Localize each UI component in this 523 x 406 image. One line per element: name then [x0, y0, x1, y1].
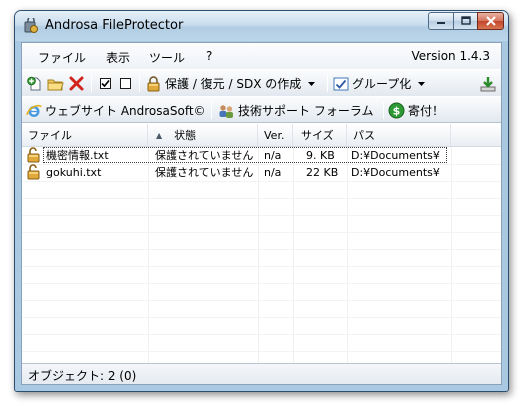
chevron-down-icon	[418, 81, 426, 86]
toolbar-separator	[139, 75, 140, 92]
links-toolbar: ウェブサイト AndrosaSoft© 技術サポート フォーラム $ 寄付！	[22, 96, 501, 123]
app-window: Androsa FileProtector ファイル 表示 ツール ? Vers…	[14, 10, 509, 392]
close-button[interactable]	[477, 12, 504, 30]
maximize-icon	[460, 16, 471, 25]
toolbar-separator	[327, 75, 328, 92]
menu-file[interactable]: ファイル	[38, 49, 86, 66]
table-row[interactable]: gokuhi.txt 保護されていません n/a 22 KB D:¥Docume…	[22, 164, 501, 181]
column-header-version[interactable]: Ver.	[258, 124, 293, 146]
app-icon	[24, 18, 38, 33]
svg-text:$: $	[393, 105, 401, 118]
toolbar-separator	[91, 75, 92, 92]
unlocked-icon	[27, 147, 40, 163]
row-divider	[22, 351, 501, 352]
website-label: ウェブサイト AndrosaSoft©	[45, 104, 206, 118]
row-divider	[22, 283, 501, 284]
menu-help[interactable]: ?	[206, 49, 212, 63]
cell-path: D:¥Documents¥	[351, 149, 440, 162]
main-toolbar: 保護 / 復元 / SDX の作成 グループ化	[22, 69, 501, 96]
cell-path: D:¥Documents¥	[351, 166, 440, 179]
open-folder-button[interactable]	[47, 74, 64, 93]
close-icon	[485, 16, 496, 26]
row-divider	[22, 215, 501, 216]
minimize-icon	[437, 22, 445, 24]
cell-version: n/a	[264, 166, 282, 179]
delete-button[interactable]	[69, 74, 84, 93]
folder-icon	[47, 79, 64, 90]
row-divider	[22, 232, 501, 233]
donate-button[interactable]: $ 寄付！	[388, 101, 444, 120]
version-label: Version 1.4.3	[411, 49, 490, 63]
maximize-button[interactable]	[453, 12, 478, 30]
row-divider	[22, 300, 501, 301]
delete-icon	[69, 76, 84, 91]
row-divider	[22, 198, 501, 199]
dollar-icon: $	[388, 102, 405, 119]
chevron-down-icon	[308, 81, 316, 86]
checkbox-empty-icon	[120, 78, 131, 89]
group-icon	[333, 77, 349, 90]
cell-status: 保護されていません	[155, 149, 254, 162]
lock-icon	[147, 75, 160, 91]
sort-ascending-icon: ▲	[156, 130, 163, 140]
add-file-button[interactable]	[27, 74, 43, 93]
window-title: Androsa FileProtector	[45, 18, 184, 33]
donate-label: 寄付！	[408, 104, 445, 118]
support-forum-label: 技術サポート フォーラム	[238, 104, 374, 118]
menu-view[interactable]: 表示	[106, 49, 130, 66]
cell-size: 9. KB	[306, 149, 335, 162]
client-area: ファイル 表示 ツール ? Version 1.4.3 保護 / 復元 / SD…	[21, 42, 502, 385]
cell-version: n/a	[264, 149, 282, 162]
column-header-path[interactable]: パス	[347, 124, 451, 146]
row-divider	[22, 266, 501, 267]
menu-tools[interactable]: ツール	[149, 49, 185, 66]
toolbar-separator	[383, 102, 384, 119]
cell-status: 保護されていません	[155, 166, 254, 179]
website-link[interactable]: ウェブサイト AndrosaSoft©	[26, 101, 206, 120]
row-divider	[22, 334, 501, 335]
unlocked-icon	[27, 164, 40, 180]
row-divider	[22, 249, 501, 250]
protect-restore-label: 保護 / 復元 / SDX の作成	[165, 77, 302, 91]
group-label: グループ化	[352, 77, 412, 91]
cell-file: gokuhi.txt	[46, 166, 102, 179]
uncheck-all-button[interactable]	[120, 74, 131, 93]
table-row[interactable]: 機密情報.txt 保護されていません n/a 9. KB D:¥Document…	[22, 147, 501, 164]
protect-restore-button[interactable]: 保護 / 復元 / SDX の作成	[146, 74, 316, 93]
file-list: 機密情報.txt 保護されていません n/a 9. KB D:¥Document…	[22, 147, 501, 365]
cell-file: 機密情報.txt	[46, 149, 109, 162]
group-button[interactable]: グループ化	[333, 74, 426, 93]
column-header-status[interactable]: ▲ 状態	[148, 124, 258, 146]
status-text: オブジェクト: 2 (0)	[28, 369, 137, 383]
internet-explorer-icon	[26, 104, 42, 117]
users-icon	[219, 104, 233, 118]
minimize-button[interactable]	[428, 12, 454, 30]
menu-bar: ファイル 表示 ツール ? Version 1.4.3	[22, 43, 501, 69]
check-all-button[interactable]	[100, 74, 111, 93]
support-forum-link[interactable]: 技術サポート フォーラム	[218, 101, 373, 120]
column-header-size[interactable]: サイズ	[293, 124, 347, 146]
checkbox-checked-icon	[100, 78, 111, 89]
row-divider	[22, 317, 501, 318]
row-divider	[22, 181, 501, 182]
title-bar[interactable]: Androsa FileProtector	[15, 11, 508, 41]
toolbar-separator	[211, 102, 212, 119]
file-list-header: ファイル ▲ 状態 Ver. サイズ パス	[22, 124, 501, 147]
download-icon	[480, 76, 496, 91]
column-header-file[interactable]: ファイル	[22, 124, 148, 146]
status-bar: オブジェクト: 2 (0)	[22, 363, 501, 384]
cell-size: 22 KB	[306, 166, 339, 179]
download-button[interactable]	[480, 74, 496, 93]
add-file-icon	[27, 76, 41, 90]
